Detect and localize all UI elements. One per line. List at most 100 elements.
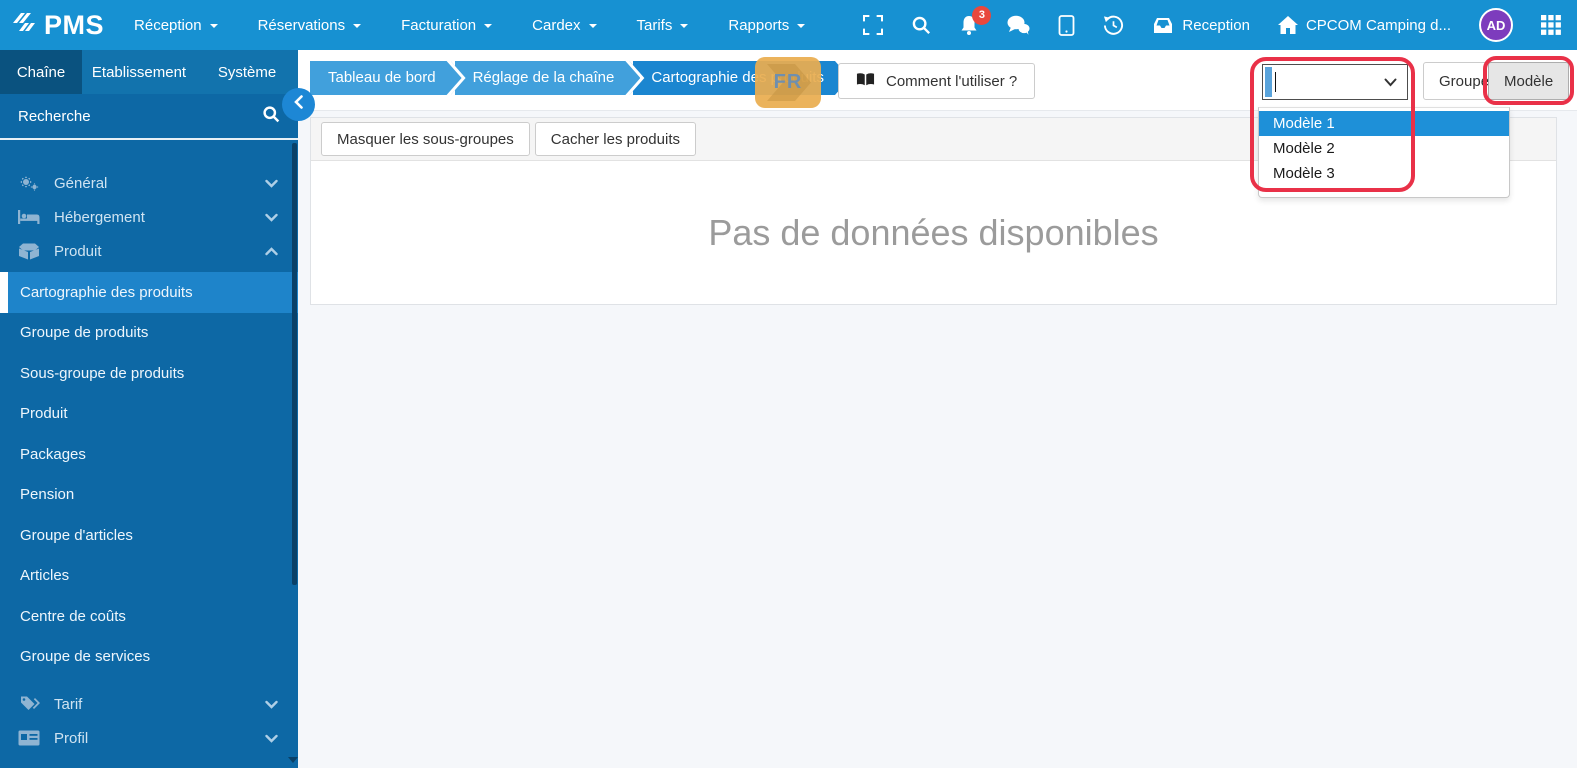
pms-logo[interactable]: PMS [0,10,120,41]
sidebar-group-label: Produit [54,242,102,260]
how-to-use-label: Comment l'utiliser ? [886,72,1018,90]
sidebar-collapse-button[interactable] [282,88,315,121]
menu-reception[interactable]: Réception [134,17,218,34]
messages-button[interactable] [993,15,1044,35]
produit-submenu: Cartographie des produits Groupe de prod… [0,272,298,677]
scrollbar-down-arrow[interactable] [288,757,298,763]
chevron-down-icon [484,24,493,28]
chevron-down-icon [265,213,278,222]
history-icon [1103,15,1124,36]
chevron-up-icon [265,246,278,256]
fullscreen-icon [863,15,884,35]
hide-subgroups-button[interactable]: Masquer les sous-groupes [321,122,530,156]
inbox-icon [1152,17,1174,34]
sidebar-item-produit[interactable]: Produit [0,394,298,435]
sidebar-tabs: Chaîne Etablissement Système [0,50,298,94]
reception-shortcut[interactable]: Reception [1138,17,1264,34]
menu-rapports[interactable]: Rapports [728,17,806,34]
sidebar-scrollbar[interactable] [292,143,297,585]
user-menu[interactable]: AD [1465,8,1527,42]
tags-icon [18,696,42,713]
sidebar-item-articles[interactable]: Articles [0,556,298,597]
history-button[interactable] [1089,15,1138,36]
sidebar-group-label: Hébergement [54,208,145,226]
tab-etablissement[interactable]: Etablissement [82,50,196,94]
search-icon[interactable] [262,105,280,128]
chevron-down-icon [265,179,278,188]
chevron-down-icon [680,24,689,28]
sidebar-group-label: Profil [54,729,89,747]
sidebar-group-label: Général [54,174,108,192]
sidebar-group-clipped [0,755,298,768]
tab-chaine[interactable]: Chaîne [0,50,82,94]
product-box-icon [18,243,42,260]
empty-state-message: Pas de données disponibles [708,211,1159,253]
modele-button[interactable]: Modèle [1488,62,1570,100]
sidebar-item-groupe-d-articles[interactable]: Groupe d'articles [0,515,298,556]
reception-label: Reception [1182,16,1250,34]
gears-icon [18,174,42,192]
breadcrumb-tableau-de-bord[interactable]: Tableau de bord [310,61,462,95]
sidebar-search [0,94,298,140]
top-navbar: PMS Réception Réservations Facturation C… [0,0,1577,50]
chevron-down-icon [353,24,362,28]
main-content: Tableau de bord Réglage de la chaîne Car… [298,50,1577,768]
book-icon [856,72,875,91]
sidebar-group-hebergement[interactable]: Hébergement [0,200,298,234]
notifications-button[interactable]: 3 [945,5,993,36]
notification-count-badge: 3 [972,5,992,25]
select-focus-strip [1265,67,1272,97]
fullscreen-button[interactable] [849,15,897,35]
sidebar-item-sous-groupe-de-produits[interactable]: Sous-groupe de produits [0,353,298,394]
hide-products-button[interactable]: Cacher les produits [534,122,696,156]
sidebar-item-groupe-de-produits[interactable]: Groupe de produits [0,313,298,354]
model-select[interactable] [1262,64,1408,100]
brand-name: PMS [44,9,105,40]
property-selector[interactable]: CPCOM Camping d... [1264,16,1465,34]
breadcrumb-reglage-de-la-chaine[interactable]: Réglage de la chaîne [451,61,641,95]
bed-icon [18,209,42,225]
menu-facturation[interactable]: Facturation [401,17,493,34]
chevron-left-icon [294,95,303,114]
sidebar-item-cartographie-des-produits[interactable]: Cartographie des produits [0,272,298,313]
language-badge-label: FR [773,71,803,93]
apps-launcher-button[interactable] [1527,15,1577,35]
chevron-down-icon [265,734,278,743]
chat-icon [1007,15,1030,35]
chevron-down-icon [797,24,806,28]
sidebar-item-packages[interactable]: Packages [0,434,298,475]
avatar: AD [1479,8,1513,42]
chevron-down-icon [1384,78,1397,87]
sidebar-group-label: Tarif [54,695,83,713]
chevron-down-icon [209,24,218,28]
sidebar-item-centre-de-couts[interactable]: Centre de coûts [0,596,298,637]
main-menu: Réception Réservations Facturation Carde… [134,17,806,34]
search-input[interactable] [18,107,262,125]
tablet-icon [1058,14,1075,36]
id-card-icon [18,730,42,746]
pms-logo-icon [13,11,39,40]
sidebar-group-tarif[interactable]: Tarif [0,687,298,721]
chevron-down-icon [265,700,278,709]
menu-cardex[interactable]: Cardex [532,17,597,34]
how-to-use-button[interactable]: Comment l'utiliser ? [838,63,1036,99]
property-label: CPCOM Camping d... [1305,16,1451,34]
sidebar-group-general[interactable]: Général [0,166,298,200]
settings-sidebar: Chaîne Etablissement Système Général Héb… [0,50,298,768]
mobile-device-button[interactable] [1044,14,1089,36]
sidebar-item-pension[interactable]: Pension [0,475,298,516]
sidebar-group-profil[interactable]: Profil [0,721,298,755]
model-select-dropdown: Modèle 1 Modèle 2 Modèle 3 [1258,107,1510,198]
sidebar-group-produit[interactable]: Produit [0,234,298,268]
sidebar-item-groupe-de-services[interactable]: Groupe de services [0,637,298,678]
menu-tarifs[interactable]: Tarifs [637,17,689,34]
tab-systeme[interactable]: Système [196,50,298,94]
language-badge[interactable]: FR [755,57,821,108]
option-modele-1[interactable]: Modèle 1 [1259,111,1509,136]
option-modele-2[interactable]: Modèle 2 [1259,136,1509,161]
menu-reservations[interactable]: Réservations [258,17,362,34]
sidebar-bottom-groups: Tarif Profil [0,687,298,768]
navbar-actions: 3 Reception CPCOM Camping d... AD [849,5,1577,42]
search-button[interactable] [897,15,945,35]
option-modele-3[interactable]: Modèle 3 [1259,161,1509,186]
